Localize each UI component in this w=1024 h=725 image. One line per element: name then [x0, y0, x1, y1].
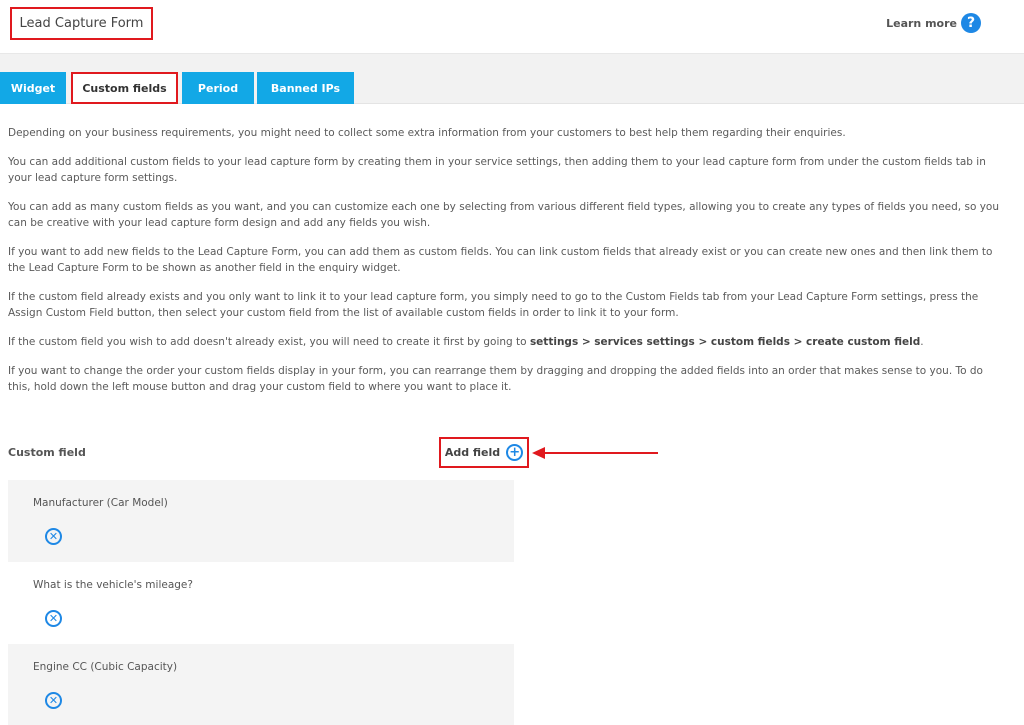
remove-circle-icon[interactable]: ✕: [45, 610, 62, 627]
tab-widget[interactable]: Widget: [0, 72, 66, 104]
tab-banned-ips[interactable]: Banned IPs: [257, 72, 354, 104]
paragraph: If you want to add new fields to the Lea…: [8, 246, 993, 274]
learn-more-label: Learn more: [886, 16, 957, 30]
add-field-label: Add field: [444, 446, 501, 459]
list-item[interactable]: Manufacturer (Car Model) ✕: [8, 480, 514, 562]
page-title: Lead Capture Form: [19, 16, 144, 31]
field-name: Engine CC (Cubic Capacity): [33, 661, 178, 673]
remove-circle-icon[interactable]: ✕: [45, 528, 62, 545]
paragraph: Depending on your business requirements,…: [8, 127, 846, 139]
custom-field-list: Manufacturer (Car Model) ✕ What is the v…: [8, 480, 514, 725]
paragraph: If you want to change the order your cus…: [8, 365, 983, 393]
paragraph: You can add as many custom fields as you…: [8, 201, 999, 229]
list-item[interactable]: Engine CC (Cubic Capacity) ✕: [8, 644, 514, 725]
tab-label: Widget: [10, 81, 56, 95]
page-title-box: Lead Capture Form: [10, 7, 153, 40]
tab-period[interactable]: Period: [182, 72, 254, 104]
paragraph: If the custom field already exists and y…: [8, 291, 979, 319]
tab-label: Banned IPs: [270, 81, 341, 95]
paragraph-text: If the custom field you wish to add does…: [8, 336, 530, 348]
tab-custom-fields[interactable]: Custom fields: [71, 72, 178, 104]
tab-bar: Widget Custom fields Period Banned IPs: [0, 54, 1024, 104]
paragraph: If the custom field you wish to add does…: [8, 334, 1008, 350]
question-circle-icon[interactable]: ?: [961, 13, 981, 33]
plus-circle-icon[interactable]: +: [506, 444, 524, 461]
field-name: What is the vehicle's mileage?: [33, 579, 193, 591]
tab-label: Custom fields: [82, 81, 167, 95]
settings-path: settings > services settings > custom fi…: [529, 336, 921, 348]
page-header: Lead Capture Form Learn more ?: [0, 0, 1024, 54]
add-field-button[interactable]: Add field +: [439, 437, 529, 468]
field-name: Manufacturer (Car Model): [33, 497, 168, 509]
description-content: Depending on your business requirements,…: [8, 125, 1008, 408]
paragraph-text: .: [920, 336, 924, 348]
remove-circle-icon[interactable]: ✕: [45, 692, 62, 709]
learn-more-link[interactable]: Learn more ?: [886, 12, 981, 34]
paragraph: You can add additional custom fields to …: [8, 156, 986, 184]
tab-label: Period: [197, 81, 239, 95]
arrow-annotation-icon: [532, 447, 658, 459]
custom-field-label: Custom field: [8, 446, 86, 459]
list-item[interactable]: What is the vehicle's mileage? ✕: [8, 562, 514, 644]
